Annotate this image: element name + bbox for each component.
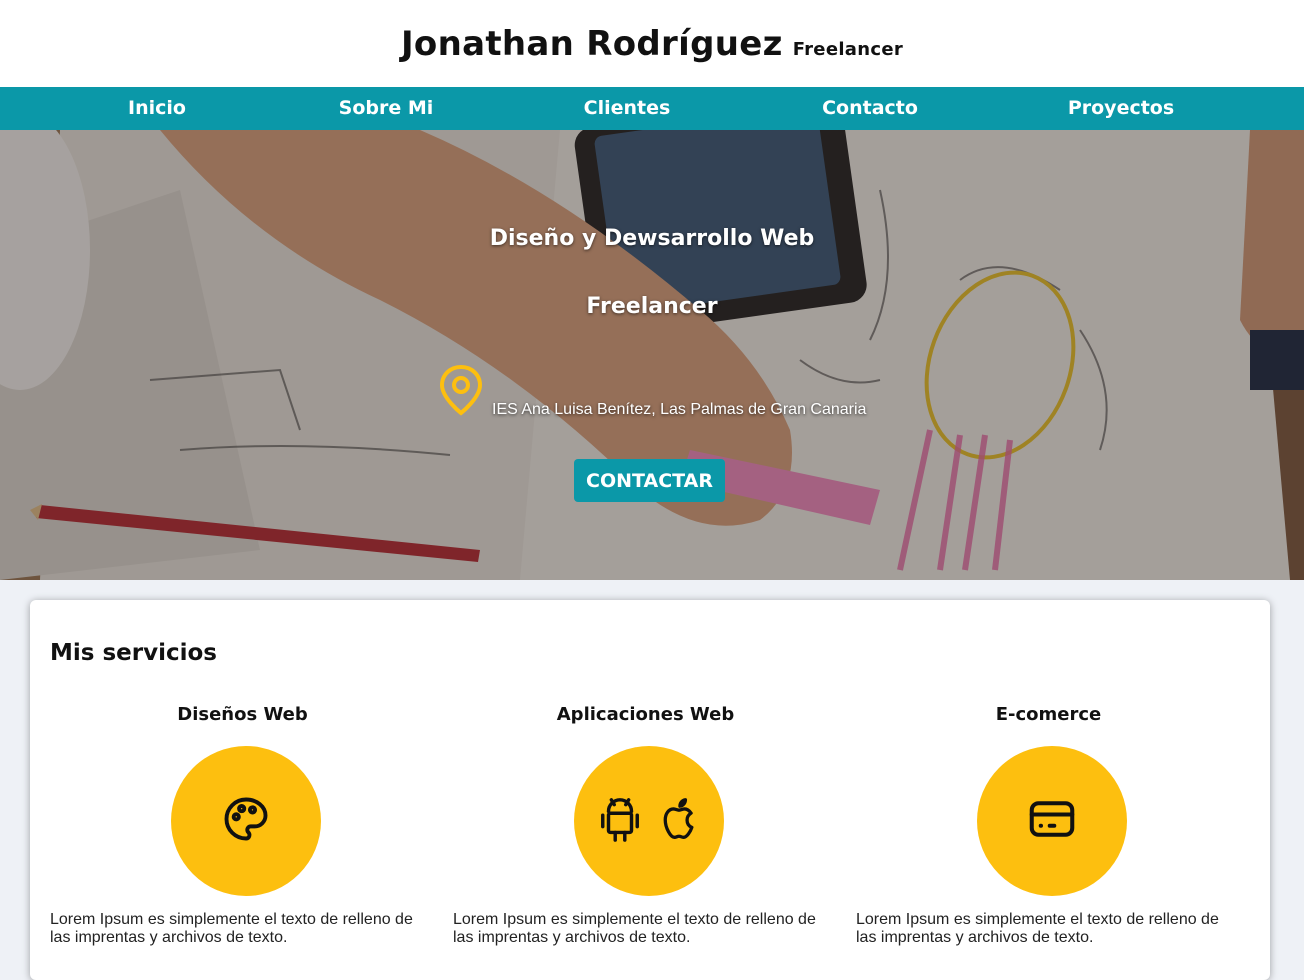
service-icon-circle <box>171 746 321 896</box>
nav-inicio[interactable]: Inicio <box>128 87 186 130</box>
service-title: E-comerce <box>995 704 1102 725</box>
hero-subheading: Freelancer <box>586 294 718 319</box>
service-item: Diseños Web Lorem Ipsum es simplemente e… <box>50 704 435 946</box>
site-header: Jonathan Rodríguez Freelancer <box>0 0 1304 87</box>
site-name: Jonathan Rodríguez <box>400 23 783 64</box>
service-item: Aplicaciones Web Lorem Ipsum es simpleme… <box>453 704 838 946</box>
service-icon-circle <box>977 746 1127 896</box>
service-description: Lorem Ipsum es simplemente el texto de r… <box>856 911 1219 946</box>
credit-card-icon <box>1025 792 1079 851</box>
nav-clientes[interactable]: Clientes <box>584 87 671 130</box>
hero-overlay <box>0 130 1304 580</box>
hero-heading: Diseño y Dewsarrollo Web <box>489 226 815 251</box>
service-title: Aplicaciones Web <box>556 704 735 725</box>
services-title: Mis servicios <box>50 640 217 666</box>
service-icon-circle <box>574 746 724 896</box>
nav-sobre-mi[interactable]: Sobre Mi <box>339 87 434 130</box>
site-role: Freelancer <box>792 38 904 60</box>
nav-contacto[interactable]: Contacto <box>822 87 918 130</box>
android-icon <box>597 793 643 850</box>
nav-proyectos[interactable]: Proyectos <box>1068 87 1174 130</box>
palette-icon <box>220 793 272 850</box>
map-pin-icon <box>438 364 484 421</box>
service-title: Diseños Web <box>177 704 308 725</box>
apple-icon <box>657 793 701 850</box>
site-title: Jonathan Rodríguez Freelancer <box>401 24 903 64</box>
services-card: Mis servicios Diseños Web Lorem Ipsum es… <box>30 600 1270 980</box>
service-description: Lorem Ipsum es simplemente el texto de r… <box>453 911 816 946</box>
hero-section: Diseño y Dewsarrollo Web Freelancer IES … <box>0 130 1304 580</box>
location: IES Ana Luisa Benítez, Las Palmas de Gra… <box>438 364 866 421</box>
contact-button[interactable]: CONTACTAR <box>574 459 725 502</box>
main-nav: Inicio Sobre Mi Clientes Contacto Proyec… <box>0 87 1304 130</box>
location-text: IES Ana Luisa Benítez, Las Palmas de Gra… <box>492 401 867 418</box>
service-item: E-comerce Lorem Ipsum es simplemente el … <box>856 704 1241 946</box>
service-description: Lorem Ipsum es simplemente el texto de r… <box>50 911 413 946</box>
